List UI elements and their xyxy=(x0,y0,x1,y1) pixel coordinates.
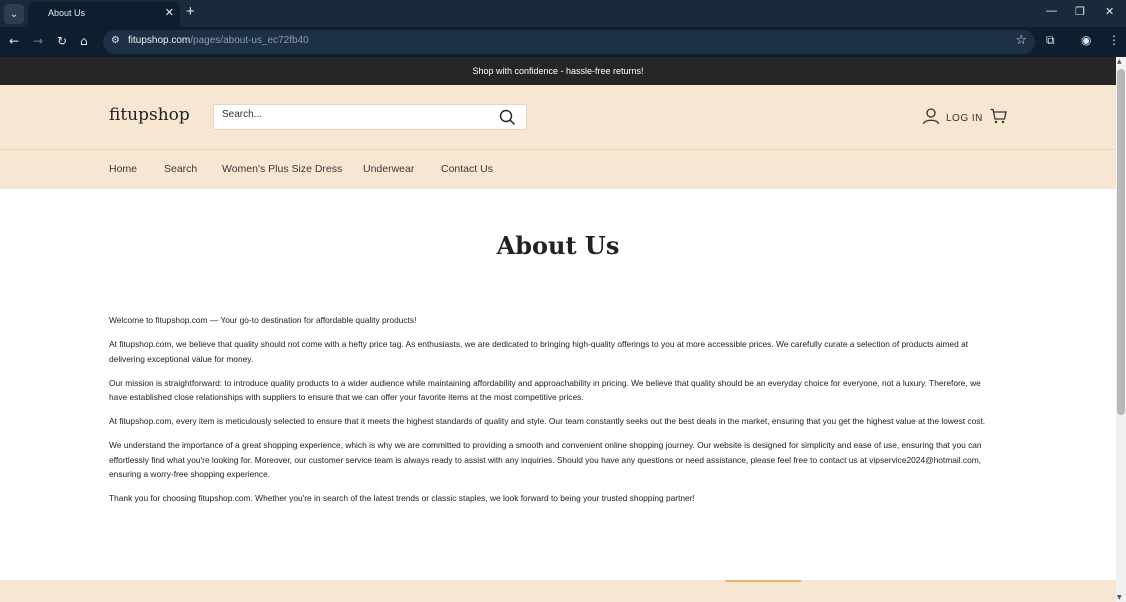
home-icon[interactable]: ⌂ xyxy=(80,34,88,48)
profile-icon[interactable]: ◉ xyxy=(1081,33,1091,47)
site-info-icon[interactable]: ⚙ xyxy=(111,35,120,46)
paragraph: Thank you for choosing fitupshop.com. Wh… xyxy=(109,493,695,503)
user-icon xyxy=(922,107,940,129)
tab-close-icon[interactable]: ✕ xyxy=(165,6,174,19)
forward-icon[interactable]: → xyxy=(33,34,43,48)
browser-tab-bar: ⌄ About Us ✕ + — ❐ ✕ xyxy=(0,0,1126,27)
cart-icon[interactable] xyxy=(990,108,1007,128)
extensions-icon[interactable]: ⧉ xyxy=(1046,33,1055,48)
page-title: About Us xyxy=(496,231,620,260)
scroll-up-icon[interactable]: ▲ xyxy=(1117,58,1122,65)
paragraph: Our mission is straightforward: to intro… xyxy=(109,377,981,403)
bookmark-star-icon[interactable]: ☆ xyxy=(1015,33,1027,48)
main-nav: Home Search Women's Plus Size Dress Unde… xyxy=(0,149,1116,189)
search-box xyxy=(213,104,527,130)
scroll-down-icon[interactable]: ▼ xyxy=(1117,594,1122,601)
restore-icon[interactable]: ❐ xyxy=(1075,5,1085,18)
browser-toolbar: ← → ↻ ⌂ ⚙ fitupshop.com/pages/about-us_e… xyxy=(0,27,1126,57)
nav-item-underwear[interactable]: Underwear xyxy=(363,163,414,175)
paragraph: We understand the importance of a great … xyxy=(109,440,982,479)
login-button[interactable]: LOG IN xyxy=(922,107,983,129)
minimize-icon[interactable]: — xyxy=(1046,5,1057,17)
url-text[interactable]: fitupshop.com/pages/about-us_ec72fb40 xyxy=(128,35,309,46)
browser-tab[interactable]: About Us ✕ xyxy=(28,2,180,27)
new-tab-button[interactable]: + xyxy=(186,3,195,20)
search-input[interactable] xyxy=(222,109,492,120)
reload-icon[interactable]: ↻ xyxy=(57,34,67,48)
nav-item-home[interactable]: Home xyxy=(109,163,137,175)
footer-accent-bar xyxy=(725,580,801,582)
nav-item-contact-us[interactable]: Contact Us xyxy=(441,163,493,175)
menu-icon[interactable]: ⋮ xyxy=(1108,33,1120,47)
back-icon[interactable]: ← xyxy=(9,34,19,48)
paragraph: Welcome to fitupshop.com — Your go-to de… xyxy=(109,315,417,325)
address-bar[interactable]: ⚙ fitupshop.com/pages/about-us_ec72fb40 … xyxy=(103,30,1035,54)
tab-title: About Us xyxy=(48,8,86,18)
nav-item-plus-size-dress[interactable]: Women's Plus Size Dress xyxy=(222,163,342,175)
announcement-bar: Shop with confidence - hassle-free retur… xyxy=(0,57,1116,85)
tab-search-icon[interactable]: ⌄ xyxy=(4,4,24,24)
close-window-icon[interactable]: ✕ xyxy=(1105,5,1114,18)
login-label: LOG IN xyxy=(946,112,983,124)
scrollbar-thumb[interactable] xyxy=(1117,69,1125,415)
paragraph: At fitupshop.com, we believe that qualit… xyxy=(109,339,969,364)
footer xyxy=(0,580,1116,602)
site-header: fitupshop LOG IN xyxy=(0,85,1116,149)
site-logo[interactable]: fitupshop xyxy=(109,105,190,125)
paragraph: At fitupshop.com, every item is meticulo… xyxy=(109,416,986,426)
page-scrollbar[interactable]: ▲ ▼ xyxy=(1116,57,1126,602)
search-icon[interactable] xyxy=(499,109,516,130)
nav-item-search[interactable]: Search xyxy=(164,163,197,175)
about-content: Welcome to fitupshop.com — Your go-to de… xyxy=(109,313,999,515)
